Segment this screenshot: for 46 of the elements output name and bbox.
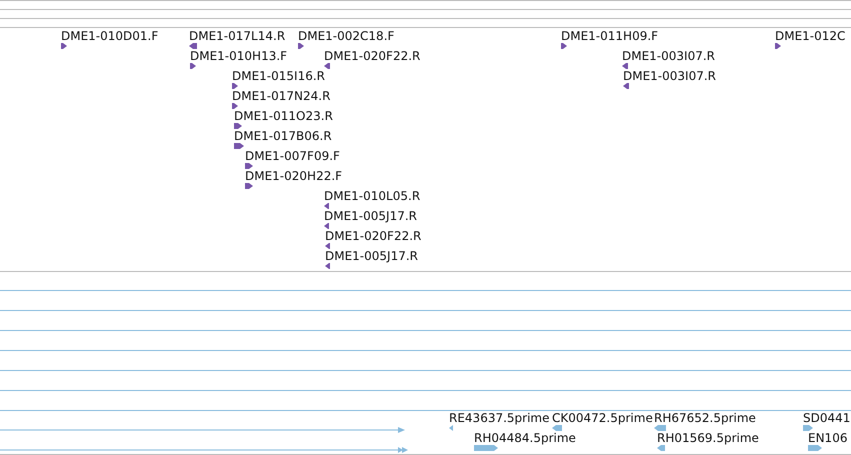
feature-label[interactable]: RE43637.5prime: [449, 411, 550, 425]
feature-label[interactable]: SD0441: [803, 411, 850, 425]
right-arrow-icon[interactable]: [234, 123, 242, 129]
feature-label[interactable]: DME1-017L14.R: [189, 29, 286, 43]
feature-label[interactable]: DME1-012C: [775, 29, 846, 43]
right-arrow-icon[interactable]: [561, 43, 567, 49]
feature-label[interactable]: RH01569.5prime: [657, 431, 759, 445]
feature-label[interactable]: DME1-010H13.F: [190, 49, 288, 63]
right-arrow-icon[interactable]: [61, 43, 67, 49]
feature-label[interactable]: DME1-003I07.R: [622, 49, 716, 63]
right-arrow-icon[interactable]: [234, 143, 244, 149]
feature-label[interactable]: DME1-003I07.R: [623, 69, 716, 83]
right-arrow-icon[interactable]: [298, 43, 304, 49]
left-arrow-icon[interactable]: [623, 83, 629, 89]
feature-label[interactable]: DME1-011O23.R: [234, 109, 333, 123]
left-arrow-icon[interactable]: [325, 243, 330, 249]
left-arrow-icon[interactable]: [324, 223, 329, 229]
feature-label[interactable]: DME1-002C18.F: [298, 29, 394, 43]
left-arrow-icon[interactable]: [189, 43, 197, 49]
right-arrow-icon[interactable]: [232, 103, 238, 109]
feature-label[interactable]: DME1-020F22.R: [324, 49, 420, 63]
feature-label[interactable]: DME1-020H22.F: [245, 169, 342, 183]
right-arrow-icon[interactable]: [232, 83, 238, 89]
feature-label[interactable]: DME1-010D01.F: [61, 29, 158, 43]
feature-label[interactable]: DME1-011H09.F: [561, 29, 658, 43]
feature-label[interactable]: RH67652.5prime: [654, 411, 756, 425]
feature-label[interactable]: CK00472.5prime: [552, 411, 653, 425]
left-arrow-icon[interactable]: [324, 203, 329, 209]
feature-label[interactable]: DME1-010L05.R: [324, 189, 420, 203]
left-arrow-icon[interactable]: [324, 63, 330, 69]
feature-label[interactable]: DME1-007F09.F: [245, 149, 340, 163]
feature-label[interactable]: DME1-017N24.R: [232, 89, 330, 103]
left-arrow-icon[interactable]: [622, 63, 628, 69]
forward-feature-arrow-icon: [0, 446, 410, 454]
right-arrow-icon[interactable]: [775, 43, 781, 49]
right-arrow-icon[interactable]: [245, 183, 253, 189]
feature-label[interactable]: DME1-005J17.R: [325, 249, 418, 263]
feature-label[interactable]: EN106: [808, 431, 848, 445]
left-arrow-icon[interactable]: [325, 263, 330, 269]
right-arrow-icon[interactable]: [245, 163, 253, 169]
feature-label[interactable]: RH04484.5prime: [474, 431, 576, 445]
feature-label[interactable]: DME1-020F22.R: [325, 229, 422, 243]
feature-label[interactable]: DME1-015I16.R: [232, 69, 326, 83]
feature-label[interactable]: DME1-005J17.R: [324, 209, 418, 223]
feature-label[interactable]: DME1-017B06.R: [234, 129, 332, 143]
right-arrow-icon[interactable]: [190, 63, 196, 69]
